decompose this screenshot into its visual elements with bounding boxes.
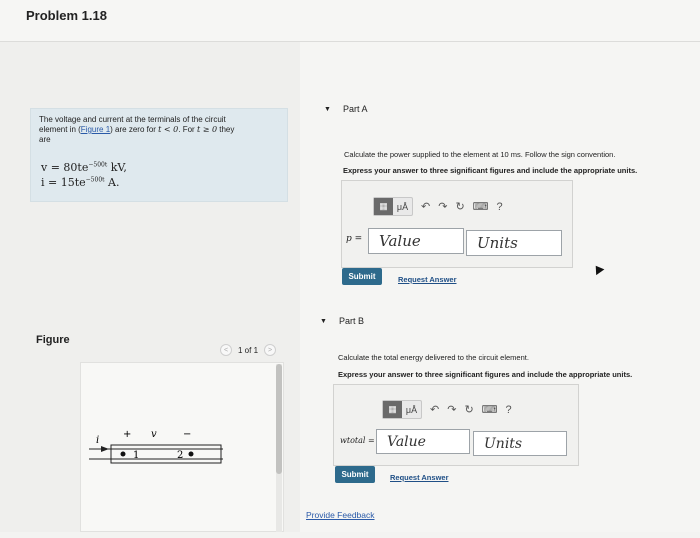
prev-figure-button[interactable]: < [220,344,232,356]
part-a-title: Part A [342,104,368,114]
problem-line-1: The voltage and current at the terminals… [39,115,226,124]
i-eq-exp: −500t [85,176,105,184]
undo-icon[interactable]: ↶ [421,200,430,213]
current-equation: i = 15te−500t A. [41,176,119,189]
reset-icon[interactable]: ↻ [464,403,473,416]
part-a-submit-button[interactable]: Submit [342,268,382,285]
terminal-2-dot [188,451,194,457]
problem-text: The voltage and current at the terminals… [39,115,283,145]
page-title: Problem 1.18 [26,8,107,23]
part-a-instruction-text: Express your answer to three significant… [343,166,638,175]
figure-page-count: 1 of 1 [238,345,259,355]
v-eq-exp: −500t [88,161,108,169]
part-b-instruction-text: Express your answer to three significant… [338,370,633,379]
part-a-toolbar: ▦ μÅ ↶ ↷ ↻ ⌨ ? [373,197,503,216]
help-icon[interactable]: ? [497,201,503,213]
part-b-value-input[interactable]: Value [376,429,470,454]
template-button-group: ▦ μÅ [373,197,413,216]
i-eq-unit: A. [104,176,120,189]
part-a-request-answer-link[interactable]: Request Answer [398,275,457,284]
part-b-units-input[interactable]: Units [473,431,567,456]
problem-line-2a: element in ( [39,125,81,134]
terminal-2-label: 2 [177,450,183,461]
part-a-value-input[interactable]: Value [368,228,464,254]
plus-sign: + [123,429,131,440]
redo-icon[interactable]: ↷ [438,200,447,213]
keyboard-icon[interactable]: ⌨ [473,200,489,213]
figure-heading: Figure [36,334,70,346]
condition-2: t ≥ 0 [196,125,218,134]
part-b-variable-label: wtotal = [340,436,375,445]
minus-sign: − [183,429,191,440]
figure-link[interactable]: Figure 1 [81,125,110,134]
keyboard-icon[interactable]: ⌨ [482,403,498,416]
element-box [110,444,222,464]
condition-1: t < 0 [158,125,179,134]
undo-icon[interactable]: ↶ [430,403,439,416]
circuit-diagram: i 1 2 + v − [89,429,223,464]
part-a-header[interactable]: ▼ Part A [324,104,367,114]
templates-icon[interactable]: ▦ [383,401,402,418]
reset-icon[interactable]: ↻ [455,200,464,213]
title-bar: Problem 1.18 [0,0,700,42]
v-eq-lhs: v = 80te [41,161,89,174]
next-figure-button[interactable]: > [264,344,277,356]
terminal-1-dot [120,451,126,457]
problem-line-2d: they [217,125,235,134]
part-b-title: Part B [338,316,364,326]
current-label: i [96,435,99,446]
provide-feedback-link[interactable]: Provide Feedback [306,510,375,520]
part-b-question: Calculate the total energy delivered to … [338,353,529,362]
redo-icon[interactable]: ↷ [447,403,456,416]
figure-scrollbar-thumb[interactable] [276,364,282,474]
problem-line-2c: . For [178,125,197,134]
figure-pager: < 1 of 1 > [220,344,277,356]
part-a-units-input[interactable]: Units [466,230,562,256]
template-button-group: ▦ μÅ [382,400,422,419]
problem-line-2b: ) are zero for [110,125,159,134]
chevron-down-icon: ▼ [320,317,327,325]
v-eq-unit: kV, [107,161,127,174]
part-b-header[interactable]: ▼ Part B [320,316,364,326]
units-symbol-button[interactable]: μÅ [402,401,421,418]
voltage-label: v [151,429,157,440]
problem-line-3: are [39,135,51,144]
chevron-down-icon: ▼ [324,105,331,113]
current-arrow-icon [101,446,109,452]
terminal-1-label: 1 [133,450,139,461]
units-symbol-button[interactable]: μÅ [393,198,412,215]
problem-statement: The voltage and current at the terminals… [30,108,288,202]
part-a-question: Calculate the power supplied to the elem… [344,150,616,159]
part-b-toolbar: ▦ μÅ ↶ ↷ ↻ ⌨ ? [382,400,512,419]
templates-icon[interactable]: ▦ [374,198,393,215]
i-eq-lhs: i = 15te [41,176,86,189]
part-b-request-answer-link[interactable]: Request Answer [390,473,449,482]
part-b-instruction: Express your answer to three significant… [338,370,632,380]
figure-pane: i 1 2 + v − [80,362,284,532]
part-a-variable-label: p = [346,234,363,244]
voltage-equation: v = 80te−500t kV, [41,161,127,174]
part-b-submit-button[interactable]: Submit [335,466,375,483]
help-icon[interactable]: ? [506,404,512,416]
part-a-instruction: Express your answer to three significant… [343,166,637,176]
